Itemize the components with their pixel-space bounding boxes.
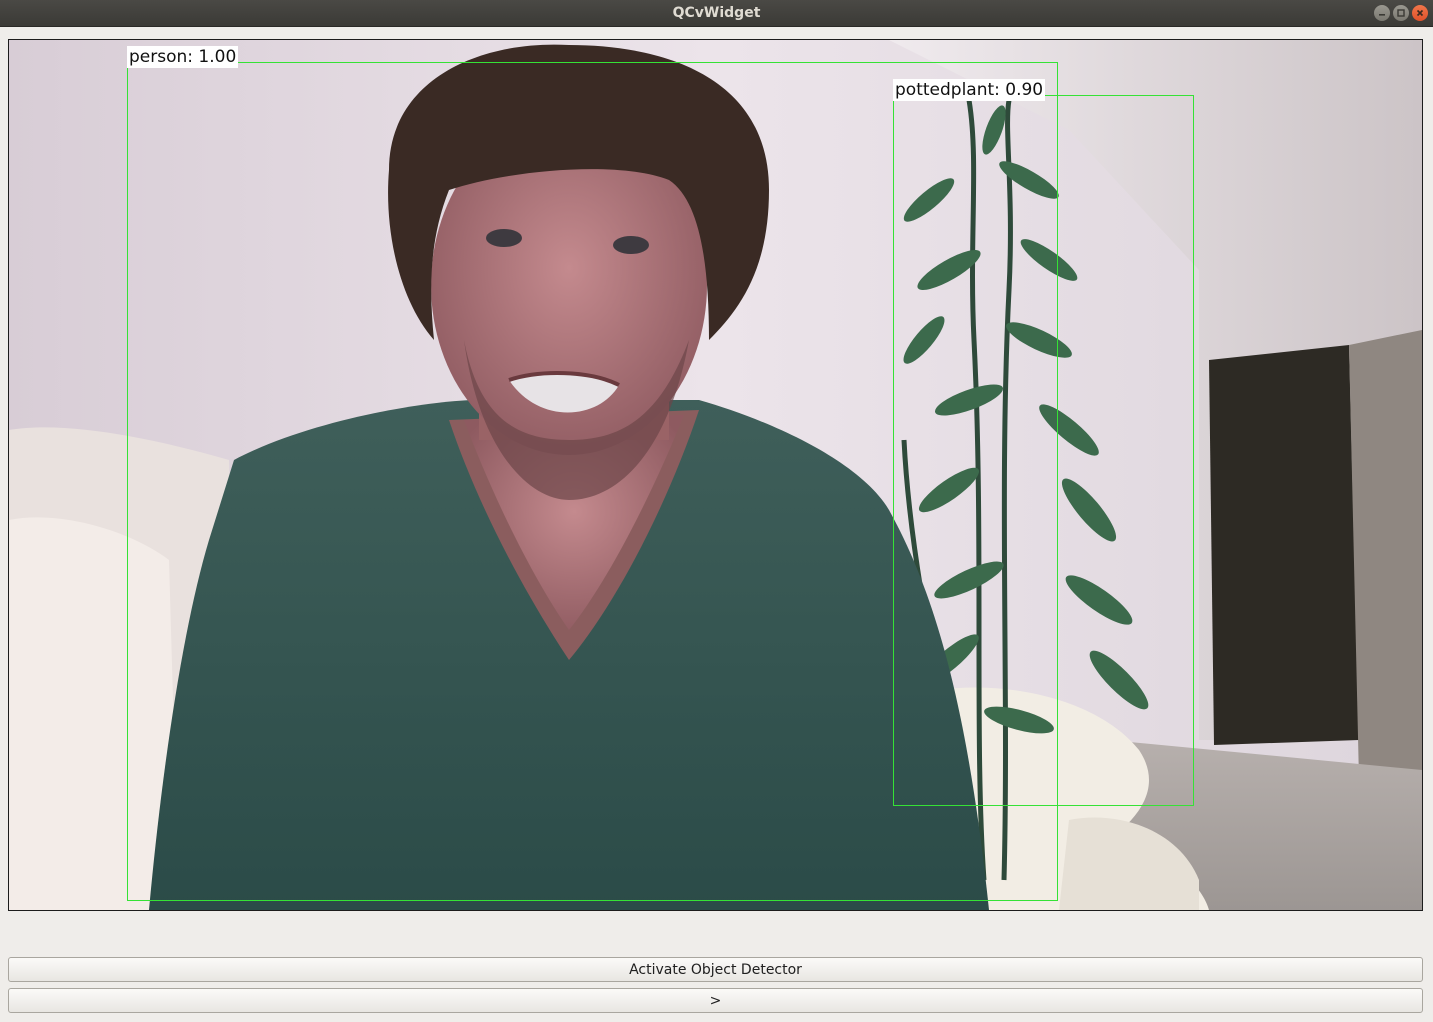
close-icon[interactable] (1412, 5, 1428, 21)
maximize-icon[interactable] (1393, 5, 1409, 21)
minimize-icon[interactable] (1374, 5, 1390, 21)
window-title: QCvWidget (672, 5, 761, 21)
person-detection-label: person: 1.00 (127, 46, 239, 68)
window-controls (1374, 5, 1428, 21)
pottedplant-detection-label: pottedplant: 0.90 (893, 79, 1046, 101)
next-button[interactable]: > (8, 988, 1423, 1013)
pottedplant-bounding-box (893, 95, 1194, 806)
title-bar: QCvWidget (0, 0, 1433, 27)
activate-object-detector-button[interactable]: Activate Object Detector (8, 957, 1423, 982)
video-frame: person: 1.00 pottedplant: 0.90 (8, 39, 1423, 911)
